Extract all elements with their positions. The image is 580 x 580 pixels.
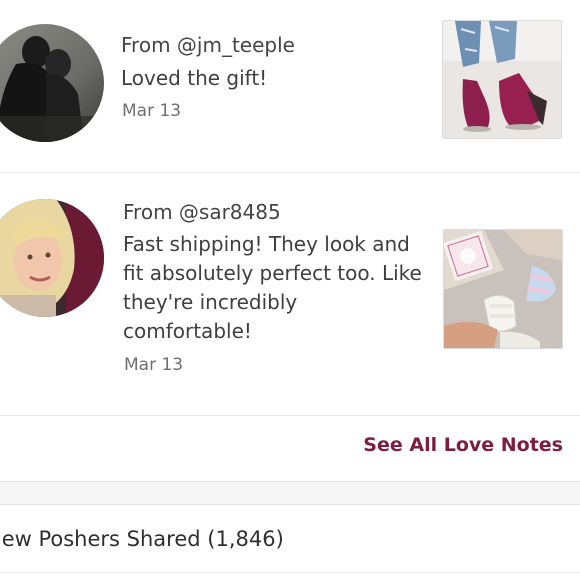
love-notes-page: From @jm_teeple Loved the gift! Mar 13 F…: [0, 0, 580, 580]
note-divider: [0, 415, 580, 416]
section-heading: New Poshers Shared (1,846): [0, 527, 284, 551]
note-sender[interactable]: From @sar8485: [123, 200, 281, 224]
note-date: Mar 13: [124, 355, 184, 375]
section-separator: [0, 481, 580, 505]
user-avatar[interactable]: [0, 24, 104, 142]
section-divider: [0, 572, 580, 573]
listing-thumbnail[interactable]: [442, 20, 562, 139]
note-message: Loved the gift!: [121, 66, 268, 90]
listing-thumbnail[interactable]: [443, 229, 563, 349]
note-sender[interactable]: From @jm_teeple: [121, 33, 295, 57]
note-date: Mar 13: [122, 101, 182, 121]
blonde-woman-avatar: [0, 199, 104, 317]
white-sandals-photo: [444, 230, 562, 348]
note-message: Fast shipping! They look and fit absolut…: [123, 232, 422, 343]
burgundy-wedge-shoes-photo: [443, 21, 561, 138]
see-all-love-notes-link[interactable]: See All Love Notes: [363, 434, 563, 456]
user-avatar[interactable]: [0, 199, 104, 317]
love-note-item: From @jm_teeple Loved the gift! Mar 13: [0, 0, 580, 172]
love-note-item: From @sar8485 Fast shipping! They look a…: [0, 172, 580, 415]
couple-silhouette-avatar: [0, 24, 104, 142]
